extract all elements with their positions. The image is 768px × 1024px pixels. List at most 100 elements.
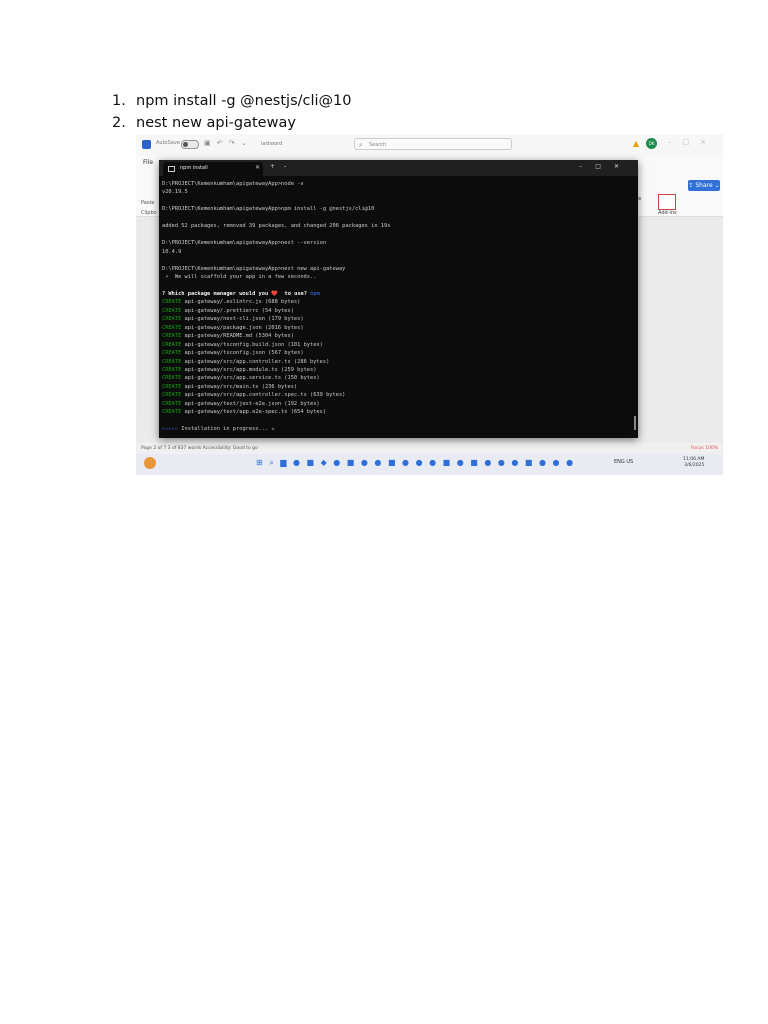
- terminal-line: [162, 214, 632, 222]
- terminal-line: CREATE api-gateway/tsconfig.json (567 by…: [162, 349, 632, 357]
- terminal-line: CREATE api-gateway/package.json (2016 by…: [162, 324, 632, 332]
- clock-date: 3/6/2025: [684, 463, 705, 468]
- terminal-line: CREATE api-gateway/src/main.ts (236 byte…: [162, 383, 632, 391]
- add-ins-label[interactable]: Add-ins: [658, 210, 677, 216]
- terminal-line: ▹▹▹▹▹ Installation in progress... ☕: [162, 425, 632, 433]
- taskbar-clock[interactable]: 11:06 AM 3/6/2025: [683, 457, 704, 469]
- terminal-line: CREATE api-gateway/src/app.service.ts (1…: [162, 374, 632, 382]
- create-tag: CREATE: [162, 383, 182, 390]
- terminal-text: api-gateway/test/app.e2e-spec.ts (654 by…: [181, 409, 327, 416]
- taskbar-app-icons[interactable]: ⊞ ⌕ ▆ ● ■ ◆ ● ■ ● ● ■ ● ● ● ■ ● ■ ● ● ● …: [256, 458, 575, 468]
- terminal-line: [162, 281, 632, 289]
- terminal-text: api-gateway/package.json (2016 bytes): [181, 324, 304, 331]
- vertical-ruler: - - - - - - - - - - - - - - - - - - - - …: [139, 219, 141, 416]
- terminal-text: api-gateway/.prettierrc (54 bytes): [181, 307, 294, 314]
- create-tag: CREATE: [162, 333, 182, 340]
- search-input[interactable]: Search: [354, 138, 512, 151]
- create-tag: CREATE: [162, 392, 182, 399]
- scrollbar[interactable]: [634, 416, 636, 430]
- create-tag: CREATE: [162, 409, 182, 416]
- terminal-line: CREATE api-gateway/README.md (5304 bytes…: [162, 332, 632, 340]
- plus-icon[interactable]: +: [270, 163, 275, 170]
- share-button[interactable]: ⇪ Share ⌄: [688, 180, 720, 191]
- quick-access-icons[interactable]: ▣ ↶ ↷ ⌄: [204, 139, 249, 147]
- terminal-line: CREATE api-gateway/nest-cli.json (179 by…: [162, 315, 632, 323]
- autosave-toggle[interactable]: [181, 140, 199, 149]
- create-tag: CREATE: [162, 366, 182, 373]
- terminal-line: CREATE api-gateway/src/app.controller.sp…: [162, 391, 632, 399]
- create-tag: CREATE: [162, 341, 182, 348]
- create-tag: CREATE: [162, 307, 182, 314]
- terminal-text: D:\PROJECT\Kemenkumham\apigatewayApp>nes…: [162, 240, 327, 247]
- terminal-window-controls[interactable]: –□✕: [579, 163, 632, 170]
- terminal-text: Installation in progress... ☕: [178, 426, 275, 433]
- terminal-text: api-gateway/README.md (5304 bytes): [181, 333, 294, 340]
- terminal-line: D:\PROJECT\Kemenkumham\apigatewayApp>nes…: [162, 239, 632, 247]
- create-tag: CREATE: [162, 375, 182, 382]
- terminal-text: api-gateway/src/app.controller.spec.ts (…: [181, 392, 346, 399]
- terminal-text: api-gateway/src/main.ts (236 bytes): [181, 383, 298, 390]
- terminal-tab[interactable]: npm install ✕: [163, 162, 263, 176]
- step-item: 2. nest new api-gateway: [112, 112, 351, 134]
- terminal-line: ? Which package manager would you ❤️ to …: [162, 290, 632, 298]
- step-number: 2.: [112, 115, 126, 131]
- prompt-question: ? Which package manager would you ❤️ to …: [162, 290, 311, 297]
- terminal-line: CREATE api-gateway/src/app.module.ts (25…: [162, 366, 632, 374]
- terminal-tab-title: npm install: [180, 165, 208, 171]
- terminal-output[interactable]: D:\PROJECT\Kemenkumham\apigatewayApp>nod…: [162, 180, 632, 434]
- status-left: Page 2 of 7 3 of 837 words Accessibility…: [141, 446, 258, 451]
- terminal-text: api-gateway/src/app.controller.ts (286 b…: [181, 358, 330, 365]
- terminal-text: D:\PROJECT\Kemenkumham\apigatewayApp>nes…: [162, 265, 346, 272]
- clipboard-group: Paste Clipbo: [141, 198, 157, 218]
- progress-indicator: ▹▹▹▹▹: [162, 426, 179, 433]
- create-tag: CREATE: [162, 324, 182, 331]
- terminal-line: CREATE api-gateway/src/app.controller.ts…: [162, 358, 632, 366]
- terminal-line: D:\PROJECT\Kemenkumham\apigatewayApp>nod…: [162, 180, 632, 188]
- terminal-line: D:\PROJECT\Kemenkumham\apigatewayApp>nes…: [162, 265, 632, 273]
- terminal-line: added 52 packages, removed 39 packages, …: [162, 222, 632, 230]
- terminal-line: CREATE api-gateway/test/app.e2e-spec.ts …: [162, 408, 632, 416]
- tray-lang[interactable]: ENG US: [614, 459, 633, 465]
- terminal-line: CREATE api-gateway/.eslintrc.js (688 byt…: [162, 298, 632, 306]
- taskbar: ⊞ ⌕ ▆ ● ■ ◆ ● ■ ● ● ■ ● ● ● ■ ● ■ ● ● ● …: [136, 454, 723, 475]
- terminal-text: api-gateway/src/app.module.ts (259 bytes…: [181, 366, 317, 373]
- screenshot: AutoSave ▣ ↶ ↷ ⌄ lastword Search ▲ DK –□…: [136, 134, 723, 475]
- terminal-text: api-gateway/.eslintrc.js (688 bytes): [181, 299, 301, 306]
- terminal-line: [162, 417, 632, 425]
- create-tag: CREATE: [162, 350, 182, 357]
- weather-icon[interactable]: [144, 457, 156, 469]
- terminal-text: ⚡ We will scaffold your app in a few sec…: [162, 273, 317, 280]
- warning-icon[interactable]: ▲: [633, 139, 639, 148]
- terminal-line: [162, 256, 632, 264]
- step-text: npm install -g @nestjs/cli@10: [136, 93, 352, 109]
- chevron-down-icon[interactable]: ⌄: [283, 163, 287, 169]
- terminal-text: api-gateway/src/app.service.ts (150 byte…: [181, 375, 320, 382]
- prompt-answer: npm: [310, 290, 320, 297]
- steps-list: 1. npm install -g @nestjs/cli@10 2. nest n…: [112, 90, 351, 134]
- document-name: lastword: [261, 141, 283, 147]
- step-text: nest new api-gateway: [136, 115, 296, 131]
- create-tag: CREATE: [162, 400, 182, 407]
- terminal-text: api-gateway/test/jest-e2e.json (192 byte…: [181, 400, 320, 407]
- terminal-text: api-gateway/tsconfig.build.json (101 byt…: [181, 341, 323, 348]
- window-controls[interactable]: –□×: [668, 138, 717, 146]
- paste-label[interactable]: Paste: [141, 198, 157, 208]
- terminal-text: api-gateway/tsconfig.json (567 bytes): [181, 350, 304, 357]
- file-tab[interactable]: File: [143, 159, 153, 166]
- terminal-line: CREATE api-gateway/test/jest-e2e.json (1…: [162, 400, 632, 408]
- status-right[interactable]: Focus 100%: [691, 446, 718, 451]
- step-item: 1. npm install -g @nestjs/cli@10: [112, 90, 351, 112]
- close-icon[interactable]: ✕: [255, 164, 260, 171]
- terminal-text: added 52 packages, removed 39 packages, …: [162, 223, 391, 230]
- terminal-text: api-gateway/nest-cli.json (179 bytes): [181, 316, 304, 323]
- terminal-line: CREATE api-gateway/tsconfig.build.json (…: [162, 341, 632, 349]
- terminal-text: D:\PROJECT\Kemenkumham\apigatewayApp>npm…: [162, 206, 375, 213]
- step-number: 1.: [112, 93, 126, 109]
- autosave-label: AutoSave: [156, 140, 180, 146]
- terminal-line: D:\PROJECT\Kemenkumham\apigatewayApp>npm…: [162, 205, 632, 213]
- terminal-text: 10.4.9: [162, 248, 182, 255]
- avatar[interactable]: DK: [646, 138, 657, 149]
- add-ins-icon[interactable]: [658, 194, 676, 210]
